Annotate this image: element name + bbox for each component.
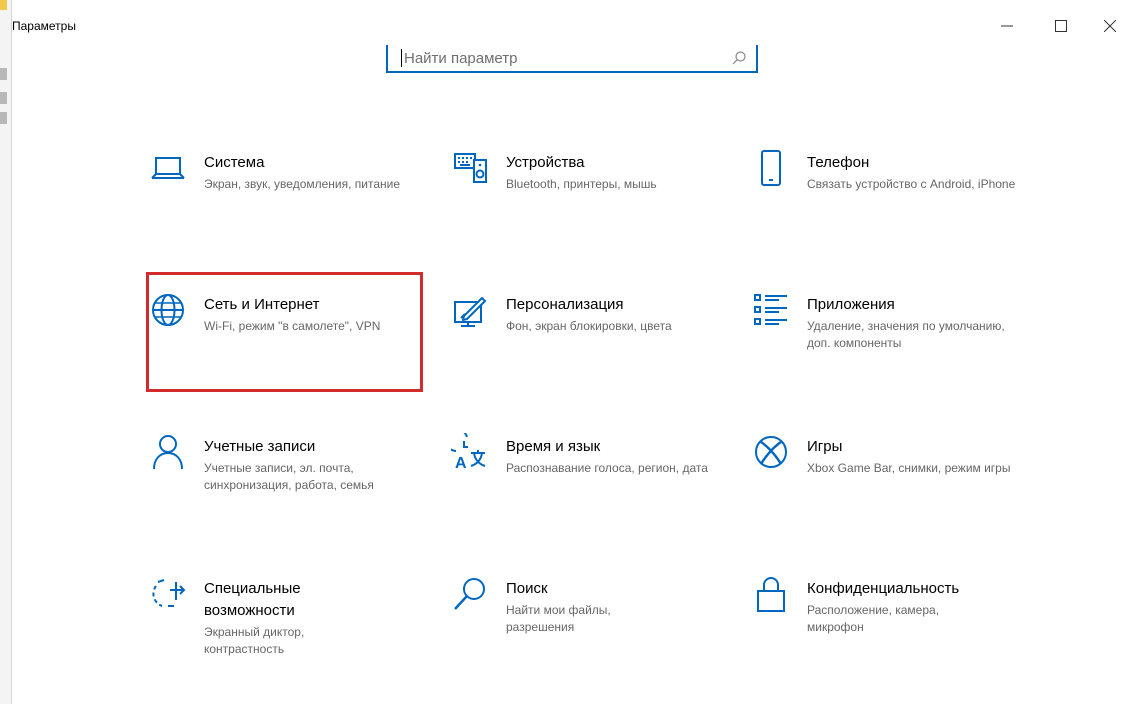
maximize-button[interactable] [1046, 14, 1076, 38]
apps-list-icon [751, 290, 791, 330]
tile-description: Распознавание голоса, регион, дата [506, 461, 708, 475]
person-icon [148, 432, 188, 472]
tile-description: Экранный диктор, контрастность [204, 625, 305, 656]
tile-apps[interactable]: Приложения Удаление, значения по умолчан… [751, 290, 1051, 410]
tile-title: Персонализация [506, 296, 624, 313]
globe-icon [148, 290, 188, 330]
background-window-chip [0, 0, 7, 10]
tile-title: Приложения [807, 296, 895, 313]
lock-icon [751, 574, 791, 614]
tile-devices[interactable]: Устройства Bluetooth, принтеры, мышь [450, 148, 750, 268]
tile-network[interactable]: Сеть и Интернет Wi-Fi, режим "в самолете… [148, 290, 448, 410]
tile-description: Связать устройство с Android, iPhone [807, 177, 1016, 191]
tile-description: Xbox Game Bar, снимки, режим игры [807, 461, 1011, 475]
close-button[interactable] [1095, 14, 1125, 38]
search-icon[interactable] [732, 51, 746, 65]
tile-title: Конфиденциальность [807, 580, 960, 597]
search-input[interactable]: Найти параметр [386, 45, 758, 73]
tile-description: Учетные записи, эл. почта, синхронизация… [204, 461, 374, 492]
background-window-chip [0, 92, 7, 104]
tile-search[interactable]: Поиск Найти мои файлы, разрешения [450, 574, 750, 694]
tile-title: Устройства [506, 154, 585, 171]
tile-title: Система [204, 154, 265, 171]
minimize-button[interactable] [992, 14, 1022, 38]
tile-personalization[interactable]: Персонализация Фон, экран блокировки, цв… [450, 290, 750, 410]
tile-phone[interactable]: Телефон Связать устройство с Android, iP… [751, 148, 1051, 268]
search-placeholder: Найти параметр [404, 50, 518, 67]
svg-text:A: A [455, 455, 467, 471]
maximize-icon [1055, 20, 1067, 32]
tile-description: Bluetooth, принтеры, мышь [506, 177, 657, 191]
tile-title: Сеть и Интернет [204, 296, 320, 313]
tile-title: Специальные возможности [204, 580, 301, 619]
tile-system[interactable]: Система Экран, звук, уведомления, питани… [148, 148, 448, 268]
tile-title: Поиск [506, 580, 548, 597]
close-icon [1104, 20, 1116, 32]
settings-window: Параметры Найти параметр Система Экран, … [12, 0, 1126, 704]
tile-description: Найти мои файлы, разрешения [506, 603, 611, 634]
text-caret [401, 49, 402, 67]
minimize-icon [1001, 25, 1013, 27]
tile-title: Игры [807, 438, 843, 455]
paint-pen-icon [450, 290, 490, 330]
phone-icon [751, 148, 791, 188]
xbox-icon [751, 432, 791, 472]
tile-accessibility[interactable]: Специальные возможности Экранный диктор,… [148, 574, 448, 694]
tile-description: Фон, экран блокировки, цвета [506, 319, 672, 333]
tile-time-language[interactable]: A Время и язык Распознавание голоса, рег… [450, 432, 750, 552]
tile-accounts[interactable]: Учетные записи Учетные записи, эл. почта… [148, 432, 448, 552]
title-bar: Параметры [12, 0, 1126, 36]
search-icon [450, 574, 490, 614]
tile-description: Расположение, камера, микрофон [807, 603, 940, 634]
keyboard-speaker-icon [450, 148, 490, 188]
background-window-chip [0, 112, 7, 124]
tile-title: Время и язык [506, 438, 601, 455]
tile-description: Удаление, значения по умолчанию, доп. ко… [807, 319, 1005, 350]
time-language-icon: A [450, 432, 490, 472]
tile-description: Экран, звук, уведомления, питание [204, 177, 401, 191]
background-window-chip [0, 68, 7, 80]
tile-gaming[interactable]: Игры Xbox Game Bar, снимки, режим игры [751, 432, 1051, 552]
laptop-icon [148, 148, 188, 188]
window-title: Параметры [12, 19, 76, 33]
accessibility-icon [148, 574, 188, 614]
tile-privacy[interactable]: Конфиденциальность Расположение, камера,… [751, 574, 1051, 694]
tile-title: Телефон [807, 154, 870, 171]
tile-description: Wi-Fi, режим "в самолете", VPN [204, 319, 381, 333]
background-window-edge [0, 0, 12, 704]
tile-title: Учетные записи [204, 438, 316, 455]
